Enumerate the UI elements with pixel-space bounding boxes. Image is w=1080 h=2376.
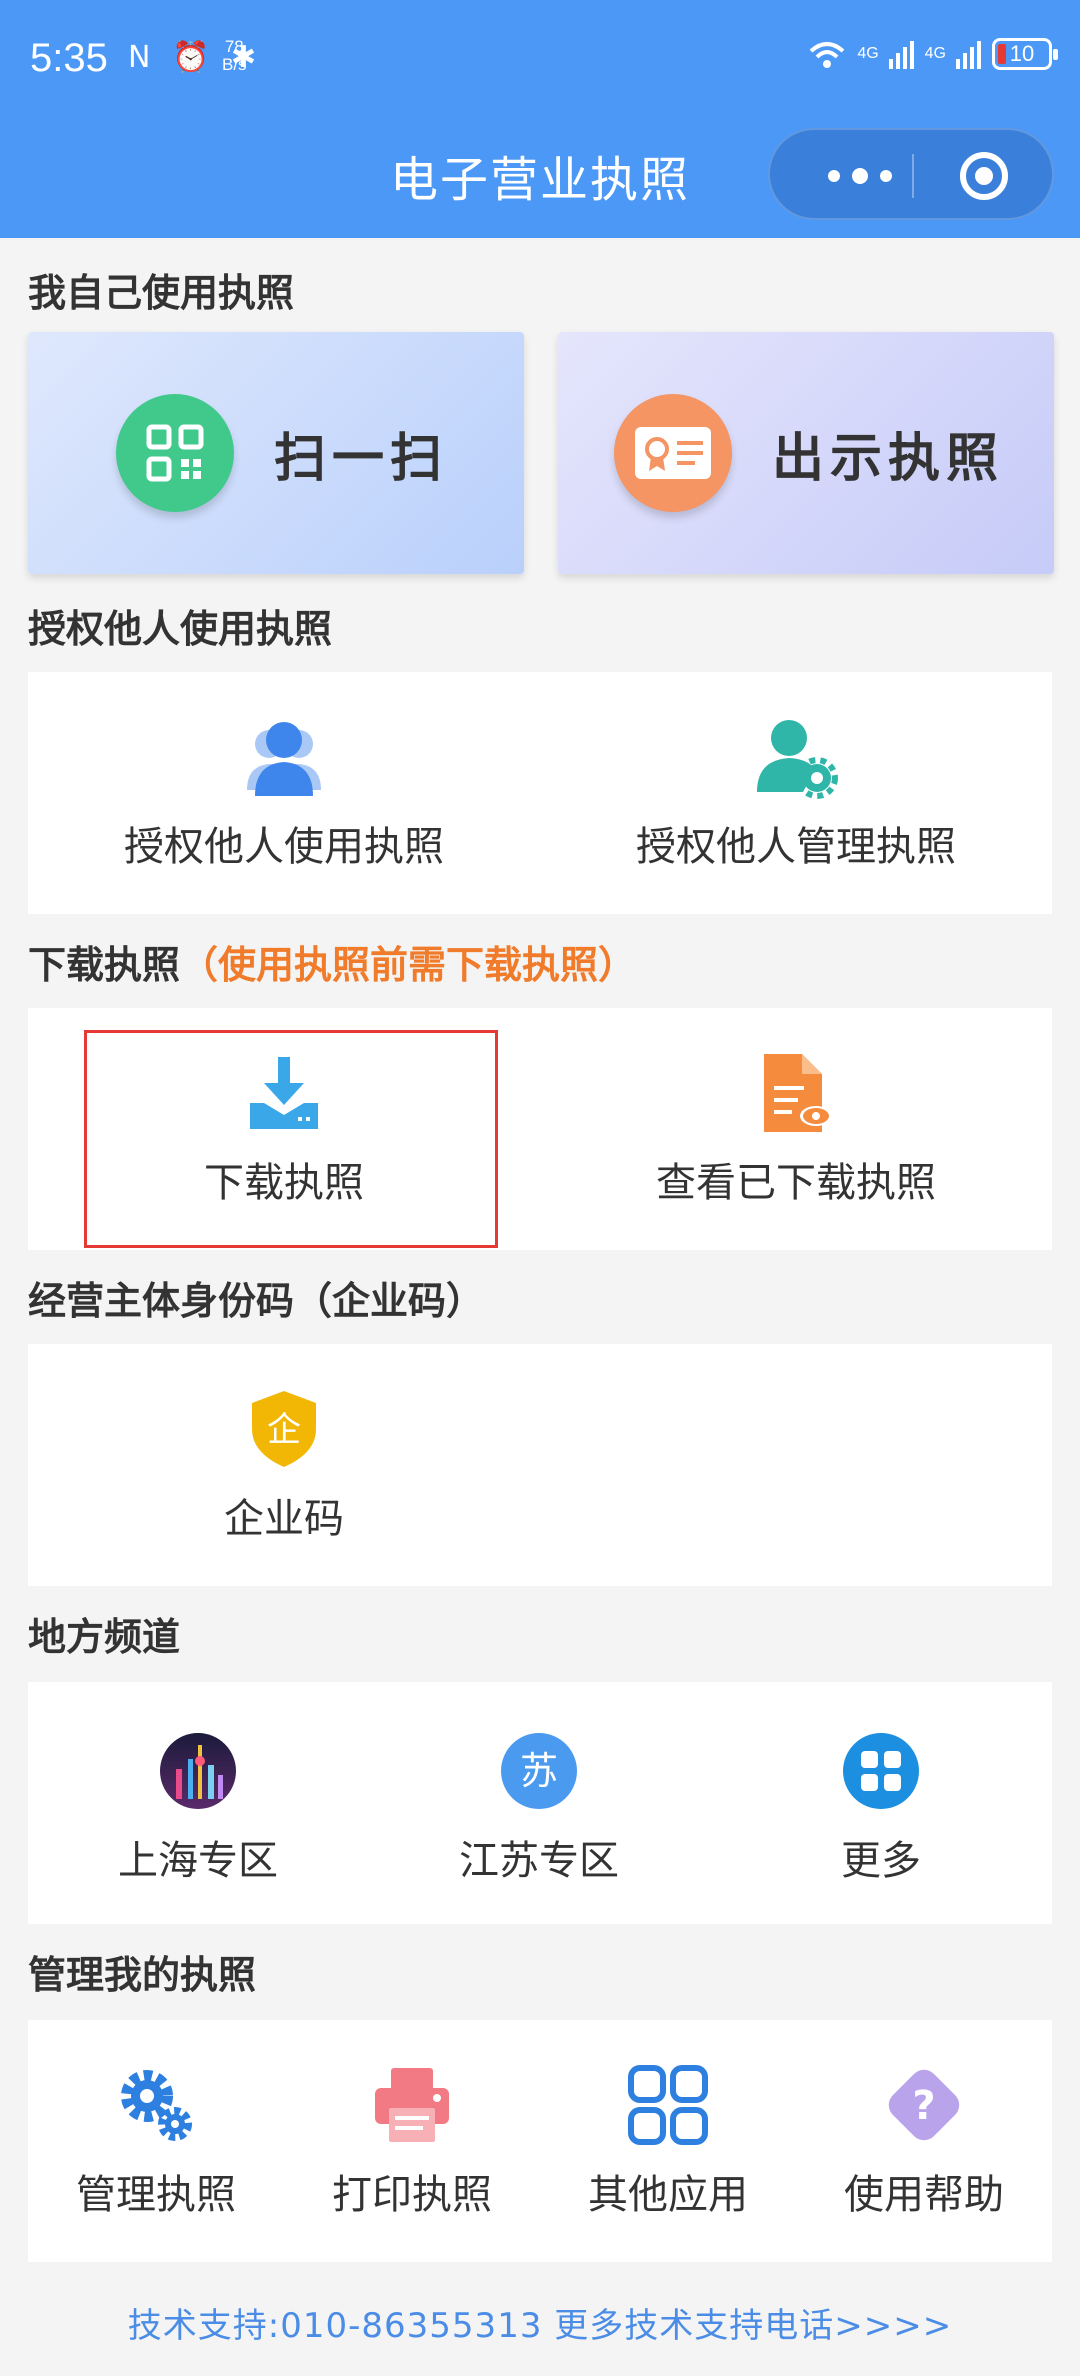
- qr-code-icon: [116, 394, 234, 512]
- download-note: （使用执照前需下载执照）: [180, 943, 637, 987]
- manage-panel: 管理执照 打印执照 其他应用 ? 使用帮助: [28, 2020, 1052, 2262]
- print-license-label: 打印执照: [332, 2172, 492, 2218]
- local-panel: 上海专区 苏 江苏专区 更多: [28, 1682, 1052, 1924]
- view-downloaded-label: 查看已下载执照: [656, 1160, 936, 1206]
- grid-apps-icon: [836, 1726, 926, 1816]
- scan-card-button[interactable]: 扫一扫: [28, 332, 524, 574]
- authorize-use-label: 授权他人使用执照: [124, 824, 444, 870]
- show-license-card-button[interactable]: 出示执照: [558, 332, 1054, 574]
- authorize-manage-button[interactable]: 授权他人管理执照: [540, 712, 1052, 872]
- help-button[interactable]: ? 使用帮助: [796, 2060, 1052, 2220]
- app-header: 5:35 N ⏰ ✱ 78 B/s 4G 4G 10 电子营业执照: [0, 0, 1080, 238]
- wifi-icon: [809, 42, 845, 68]
- manage-license-button[interactable]: 管理执照: [28, 2060, 284, 2220]
- enterprise-code-button[interactable]: 企 企业码: [28, 1384, 540, 1544]
- support-link[interactable]: 技术支持:010-86355313 更多技术支持电话>>>>: [0, 2298, 1080, 2347]
- authorize-use-button[interactable]: 授权他人使用执照: [28, 712, 540, 872]
- section-title-local: 地方频道: [28, 1615, 181, 1659]
- scan-label: 扫一扫: [274, 428, 449, 489]
- network-speed: 78 B/s: [222, 37, 247, 74]
- shanghai-skyline-icon: [153, 1726, 243, 1816]
- highlight-box: [84, 1030, 498, 1248]
- section-title-entity-code: 经营主体身份码（企业码）: [28, 1279, 485, 1323]
- help-label: 使用帮助: [844, 2172, 1004, 2218]
- signal-bars-icon: [888, 41, 914, 69]
- view-downloaded-button[interactable]: 查看已下载执照: [540, 1048, 1052, 1208]
- section-title-manage: 管理我的执照: [28, 1953, 257, 1997]
- other-apps-label: 其他应用: [588, 2172, 748, 2218]
- jiangsu-badge-char: 苏: [520, 1749, 558, 1793]
- user-settings-icon: [751, 712, 841, 802]
- status-time: 5:35: [30, 36, 108, 80]
- section-title-download: 下载执照（使用执照前需下载执照）: [28, 943, 637, 987]
- enterprise-shield-icon: 企: [239, 1384, 329, 1474]
- manage-license-label: 管理执照: [76, 2172, 236, 2218]
- section-title-self-use: 我自己使用执照: [28, 271, 295, 315]
- more-zones-button[interactable]: 更多: [710, 1726, 1052, 1886]
- help-question-icon: ?: [879, 2060, 969, 2150]
- shanghai-zone-label: 上海专区: [118, 1838, 278, 1884]
- jiangsu-badge-icon: 苏: [494, 1726, 584, 1816]
- more-zones-label: 更多: [841, 1838, 921, 1884]
- capsule-divider: [912, 154, 914, 198]
- help-char: ?: [912, 2083, 935, 2129]
- authorize-manage-label: 授权他人管理执照: [636, 824, 956, 870]
- status-right-icons: 4G 4G 10: [807, 38, 1058, 70]
- close-program-button[interactable]: [960, 152, 1008, 200]
- status-bar: 5:35 N ⏰ ✱ 78 B/s 4G 4G 10: [0, 0, 1080, 118]
- more-options-button[interactable]: [810, 154, 910, 198]
- signal-2-label: 4G: [924, 45, 946, 62]
- license-card-icon: [614, 394, 732, 512]
- enterprise-badge-char: 企: [267, 1410, 301, 1450]
- document-view-icon: [751, 1048, 841, 1138]
- entity-code-panel: 企 企业码: [28, 1344, 1052, 1586]
- authorize-panel: 授权他人使用执照 授权他人管理执照: [28, 672, 1052, 914]
- section-title-authorize: 授权他人使用执照: [28, 607, 333, 651]
- signal-bars-icon: [956, 41, 981, 69]
- other-apps-button[interactable]: 其他应用: [540, 2060, 796, 2220]
- jiangsu-zone-label: 江苏专区: [459, 1838, 619, 1884]
- app-grid-icon: [623, 2060, 713, 2150]
- print-license-button[interactable]: 打印执照: [284, 2060, 540, 2220]
- battery-icon: 10: [992, 38, 1058, 70]
- users-icon: [239, 712, 329, 802]
- gears-icon: [111, 2060, 201, 2150]
- mini-program-capsule: [768, 128, 1054, 220]
- printer-icon: [367, 2060, 457, 2150]
- show-license-label: 出示执照: [772, 428, 1005, 489]
- jiangsu-zone-button[interactable]: 苏 江苏专区: [368, 1726, 710, 1886]
- enterprise-code-label: 企业码: [224, 1496, 344, 1542]
- shanghai-zone-button[interactable]: 上海专区: [28, 1726, 368, 1886]
- signal-1-label: 4G: [857, 45, 879, 62]
